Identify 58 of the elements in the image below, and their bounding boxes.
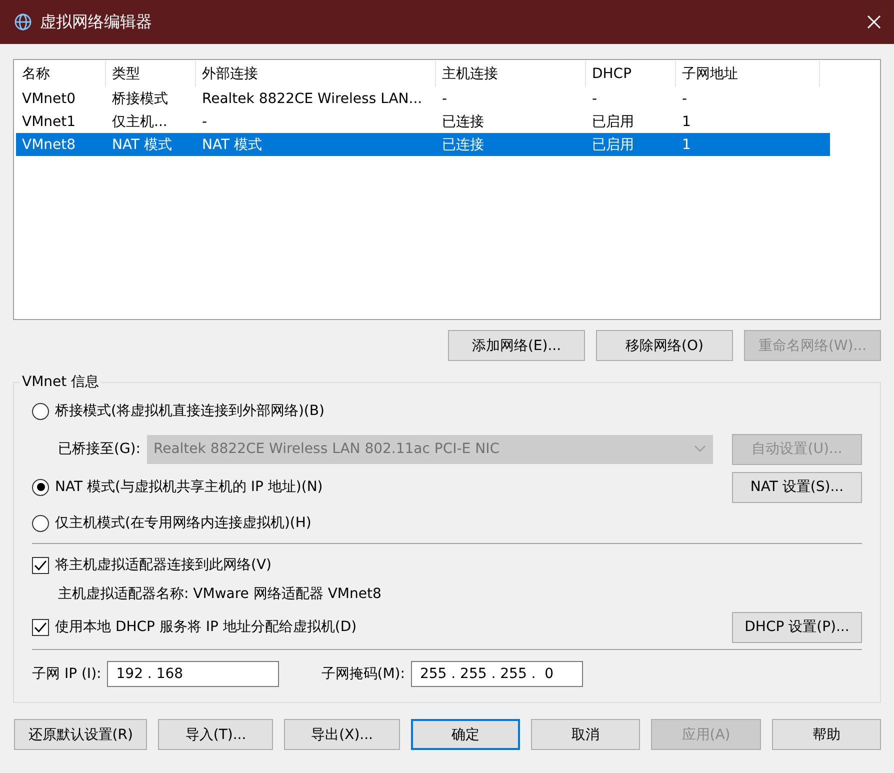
dialog-button[interactable]: 帮助 [772, 719, 881, 750]
table-cell-text: NAT 模式 [201, 136, 263, 154]
checkbox-label[interactable]: 使用本地 DHCP 服务将 IP 地址分配给虚拟机(D) [55, 618, 357, 636]
table-cell-text: VMnet8 [21, 136, 77, 152]
table-cell-text: 已连接 [441, 112, 485, 130]
table-cell-text: 1 [681, 114, 692, 130]
network-button[interactable]: 移除网络(O) [596, 330, 733, 361]
bridge-label: 已桥接至(G): [58, 440, 140, 458]
dialog-button[interactable]: 取消 [531, 719, 640, 750]
radio-label[interactable]: NAT 模式(与虚拟机共享主机的 IP 地址)(N) [55, 478, 323, 496]
table-cell-text: 已启用 [591, 136, 635, 154]
checkbox-label[interactable]: 将主机虚拟适配器连接到此网络(V) [55, 556, 272, 574]
dialog-button[interactable]: 还原默认设置(R) [14, 719, 148, 750]
network-button[interactable]: 添加网络(E)... [448, 330, 585, 361]
nat-settings-button[interactable]: NAT 设置(S)... [732, 472, 862, 502]
network-row[interactable]: VMnet8 NAT 模式 NAT 模式 已连接 已启用 1 [16, 133, 830, 156]
checkbox[interactable] [32, 618, 49, 636]
table-cell-text: 桥接模式 [111, 90, 169, 108]
adapter-name: 主机虚拟适配器名称: VMware 网络适配器 VMnet8 [58, 584, 382, 602]
field-label: 子网 IP (I): [32, 665, 102, 683]
column-header[interactable]: DHCP [586, 61, 676, 87]
table-cell-text: Realtek 8822CE Wireless LAN... [201, 90, 424, 106]
close-icon[interactable] [866, 14, 882, 30]
checkbox[interactable] [32, 556, 49, 574]
table-cell-text: NAT 模式 [111, 136, 173, 154]
subnet-ip-field[interactable]: 192 . 168 [107, 661, 280, 687]
column-header[interactable]: 子网地址 [676, 61, 820, 87]
field-label: 子网掩码(M): [321, 665, 405, 683]
column-header[interactable]: 类型 [106, 61, 196, 87]
table-cell-text: VMnet1 [21, 114, 77, 130]
network-row[interactable]: VMnet1 仅主机... - 已连接 已启用 1 [16, 110, 830, 133]
radio-label[interactable]: 仅主机模式(在专用网络内连接虚拟机)(H) [55, 514, 312, 532]
radio-button[interactable] [32, 402, 49, 420]
table-cell-text: - [441, 90, 448, 106]
network-row[interactable]: VMnet0 桥接模式 Realtek 8822CE Wireless LAN... - - - [16, 87, 830, 110]
globe-icon [14, 13, 32, 31]
dhcp-settings-button[interactable]: DHCP 设置(P)... [732, 612, 862, 642]
table-cell-text: - [201, 114, 208, 130]
dialog-button[interactable]: 导出(X)... [284, 719, 400, 750]
column-header[interactable]: 主机连接 [436, 61, 586, 87]
table-cell-text: - [681, 90, 688, 106]
subnet-mask-field[interactable]: 255 . 255 . 255 . 0 [410, 661, 583, 687]
dialog-button[interactable]: 确定 [410, 719, 520, 750]
dialog-button[interactable]: 导入(T)... [158, 719, 274, 750]
table-cell-text: 1 [681, 136, 692, 152]
group-title: VMnet 信息 [21, 373, 100, 391]
column-header[interactable]: 外部连接 [196, 61, 436, 87]
chevron-icon [694, 445, 706, 453]
radio-button[interactable] [32, 478, 49, 496]
table-cell-text: 已启用 [591, 112, 635, 130]
table-cell-text: - [591, 90, 598, 106]
window-title: 虚拟网络编辑器 [40, 12, 153, 32]
table-cell-text: VMnet0 [21, 90, 77, 106]
radio-button[interactable] [32, 514, 49, 532]
table-cell-text: 已连接 [441, 136, 485, 154]
column-header[interactable]: 名称 [16, 61, 106, 87]
radio-label[interactable]: 桥接模式(将虚拟机直接连接到外部网络)(B) [55, 402, 324, 420]
table-cell-text: 仅主机... [111, 112, 168, 130]
